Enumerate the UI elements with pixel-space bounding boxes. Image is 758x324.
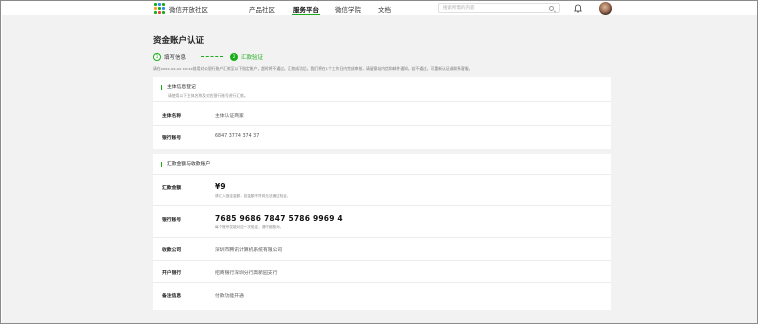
page-title: 资金账户认证 <box>153 36 205 46</box>
entity-name-value: 主体认证商家 <box>215 114 244 119</box>
entity-name-label: 主体名称 <box>162 114 182 119</box>
remittance-notice: 请在xxxx-xx-xx xx:xx前用对公银行账户汇款至以下指定账户，超时将不… <box>153 66 473 71</box>
divider <box>153 101 611 102</box>
bell-icon[interactable] <box>574 4 582 13</box>
remit-card-title: 汇款金额与收款账户 <box>161 162 210 167</box>
step-1-indicator: 1 <box>153 53 161 61</box>
nav-item-docs[interactable]: 文档 <box>378 4 391 14</box>
entity-card-subtitle: 请使用以下主体名称及对应银行账号进行汇款。 <box>168 93 248 98</box>
receive-account-hint: 每个账号仅能对应一次验证，请仔细核对。 <box>215 225 284 229</box>
opening-bank-value: 招商银行深圳分行高新园支行 <box>215 271 278 276</box>
divider <box>153 125 611 126</box>
top-navigation: 微信开放社区 产品社区 服务平台 微信学院 文档 搜索所需的内容 <box>2 2 757 16</box>
entity-card-title: 主体信息登记 <box>161 85 196 90</box>
browser-frame: 微信开放社区 产品社区 服务平台 微信学院 文档 搜索所需的内容 资金账户认证 … <box>0 0 758 324</box>
step-2-label: 汇款验证 <box>241 55 264 61</box>
brand-name[interactable]: 微信开放社区 <box>169 4 208 14</box>
remittance-card: 汇款金额与收款账户 汇款金额 ¥9 请汇入指定金额，若金额不符将无法通过验证。 … <box>153 154 611 310</box>
remit-amount-label: 汇款金额 <box>162 186 182 191</box>
entity-bank-account-label: 银行账号 <box>162 136 182 141</box>
divider <box>153 237 611 238</box>
entity-info-card: 主体信息登记 请使用以下主体名称及对应银行账号进行汇款。 主体名称 主体认证商家… <box>153 77 611 149</box>
receiving-company-label: 收款公司 <box>162 248 182 253</box>
opening-bank-label: 开户银行 <box>162 271 182 276</box>
receive-account-value[interactable]: 7685 9686 7847 5786 9969 4 <box>215 214 343 223</box>
step-1-label: 填写信息 <box>164 55 187 61</box>
remit-amount-value: ¥9 <box>215 182 226 191</box>
divider <box>153 282 611 283</box>
step-connector <box>201 56 223 57</box>
nav-item-community[interactable]: 产品社区 <box>249 4 275 14</box>
divider <box>153 205 611 206</box>
nav-item-academy[interactable]: 微信学院 <box>335 4 361 14</box>
avatar[interactable] <box>599 2 612 15</box>
receive-account-label: 银行账号 <box>162 218 182 223</box>
remark-value: 付款功能开通 <box>215 294 244 299</box>
receiving-company-value: 深圳市腾讯计算机系统有限公司 <box>215 248 283 253</box>
nav-item-service-platform[interactable]: 服务平台 <box>293 4 319 14</box>
search-placeholder: 搜索所需的内容 <box>443 6 475 11</box>
entity-bank-account-value: 6847 3774 374 37 <box>215 134 260 139</box>
remark-label: 备注信息 <box>162 294 182 299</box>
search-icon[interactable] <box>549 6 554 11</box>
divider <box>153 260 611 261</box>
logo-icon[interactable] <box>154 3 165 14</box>
divider <box>153 174 611 175</box>
search-input[interactable]: 搜索所需的内容 <box>438 3 560 13</box>
step-2-indicator: 2 <box>230 53 238 61</box>
remit-amount-hint: 请汇入指定金额，若金额不符将无法通过验证。 <box>215 194 291 198</box>
